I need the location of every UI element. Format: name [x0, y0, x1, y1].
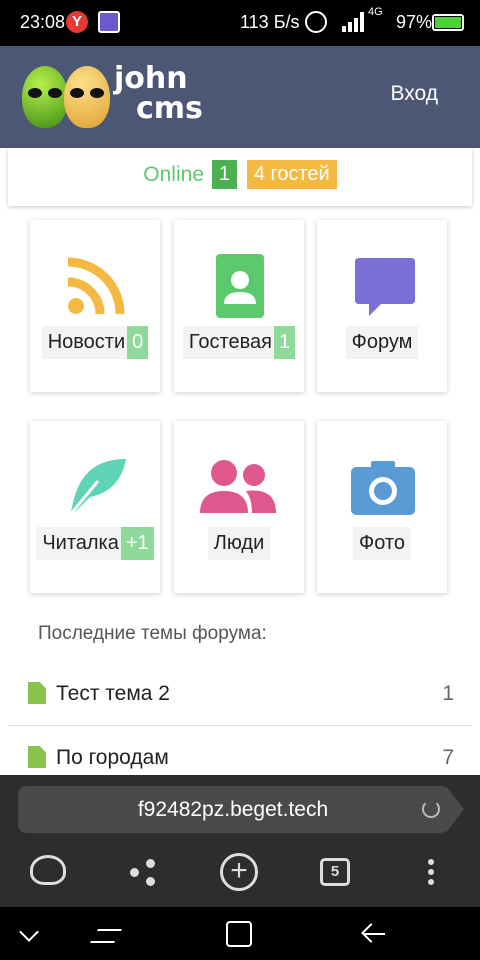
nav-recent-apps-icon[interactable]: [94, 921, 120, 947]
tile-reader-label: Читалка: [36, 527, 125, 560]
forum-section-title: Последние темы форума:: [38, 623, 267, 644]
browser-toolbar: f92482pz.beget.tech + 5: [0, 775, 480, 907]
alien-mascot-icon: [22, 66, 68, 128]
tile-guestbook[interactable]: Гостевая 1: [174, 220, 304, 392]
logo-text: john cms: [114, 64, 203, 124]
feather-icon: [68, 459, 126, 516]
forum-topic-row[interactable]: Тест тема 2 1: [8, 662, 472, 726]
online-users-badge[interactable]: 1: [211, 160, 237, 189]
tile-reader[interactable]: Читалка +1: [30, 421, 160, 593]
document-icon: [28, 746, 46, 768]
share-icon[interactable]: [128, 853, 158, 891]
yandex-icon: Y: [66, 11, 88, 33]
alien-girl-mascot-icon: [64, 66, 110, 128]
tile-news-label: Новости: [41, 326, 132, 359]
login-link[interactable]: Вход: [390, 82, 438, 106]
tile-photo-label: Фото: [353, 527, 411, 560]
topic-count: 7: [442, 746, 454, 769]
tile-people[interactable]: Люди: [174, 421, 304, 593]
tile-forum[interactable]: Форум: [317, 220, 447, 392]
tile-guestbook-label: Гостевая: [182, 326, 278, 359]
more-menu-icon[interactable]: [428, 853, 436, 891]
chat-bubble-icon: [355, 258, 415, 316]
status-time: 23:08: [20, 12, 66, 32]
reload-icon[interactable]: [422, 800, 440, 818]
contact-card-icon: [216, 254, 264, 318]
online-guests-badge[interactable]: 4 гостей: [246, 160, 337, 189]
document-icon: [28, 682, 46, 704]
alarm-icon: [305, 11, 327, 33]
site-header: john cms Вход: [0, 46, 480, 148]
nav-home-icon[interactable]: [226, 921, 252, 947]
logo-text-line2: cms: [136, 91, 203, 126]
nav-back-arrow-icon[interactable]: [360, 921, 386, 947]
johncms-logo[interactable]: john cms: [22, 64, 222, 130]
network-speed: 113 Б/s: [240, 12, 300, 32]
people-icon: [200, 460, 276, 513]
tile-forum-label: Форум: [345, 326, 419, 359]
logo-text-line1: john: [114, 61, 188, 96]
status-bar: 23:08 Y 113 Б/s 4G 97%: [0, 0, 480, 46]
gallery-notification-icon: [98, 11, 120, 33]
topic-name[interactable]: Тест тема 2: [56, 682, 170, 706]
address-bar[interactable]: f92482pz.beget.tech: [18, 786, 448, 833]
address-bar-arrow: [446, 786, 464, 833]
rss-icon: [67, 257, 125, 315]
new-tab-plus-icon[interactable]: +: [220, 853, 258, 891]
topic-name[interactable]: По городам: [56, 746, 169, 770]
network-type: 4G: [368, 6, 383, 18]
battery-percent: 97%: [396, 12, 433, 32]
online-label: Online: [143, 162, 204, 186]
tile-people-label: Люди: [207, 527, 271, 560]
camera-icon: [351, 461, 415, 515]
nav-collapse-icon[interactable]: [18, 921, 44, 947]
battery-icon: [432, 14, 464, 31]
topic-count: 1: [442, 682, 454, 705]
tile-photo[interactable]: Фото: [317, 421, 447, 593]
android-nav-bar: [0, 907, 480, 960]
tabs-counter-icon[interactable]: 5: [320, 858, 350, 886]
tile-news-count: 0: [127, 326, 149, 359]
tile-news[interactable]: Новости 0: [30, 220, 160, 392]
signal-icon: [342, 12, 366, 32]
online-counter-card: Online 1 4 гостей: [8, 148, 472, 206]
alice-assistant-icon[interactable]: [30, 855, 66, 885]
tile-guestbook-count: 1: [273, 326, 296, 359]
tile-reader-count: +1: [120, 527, 154, 560]
